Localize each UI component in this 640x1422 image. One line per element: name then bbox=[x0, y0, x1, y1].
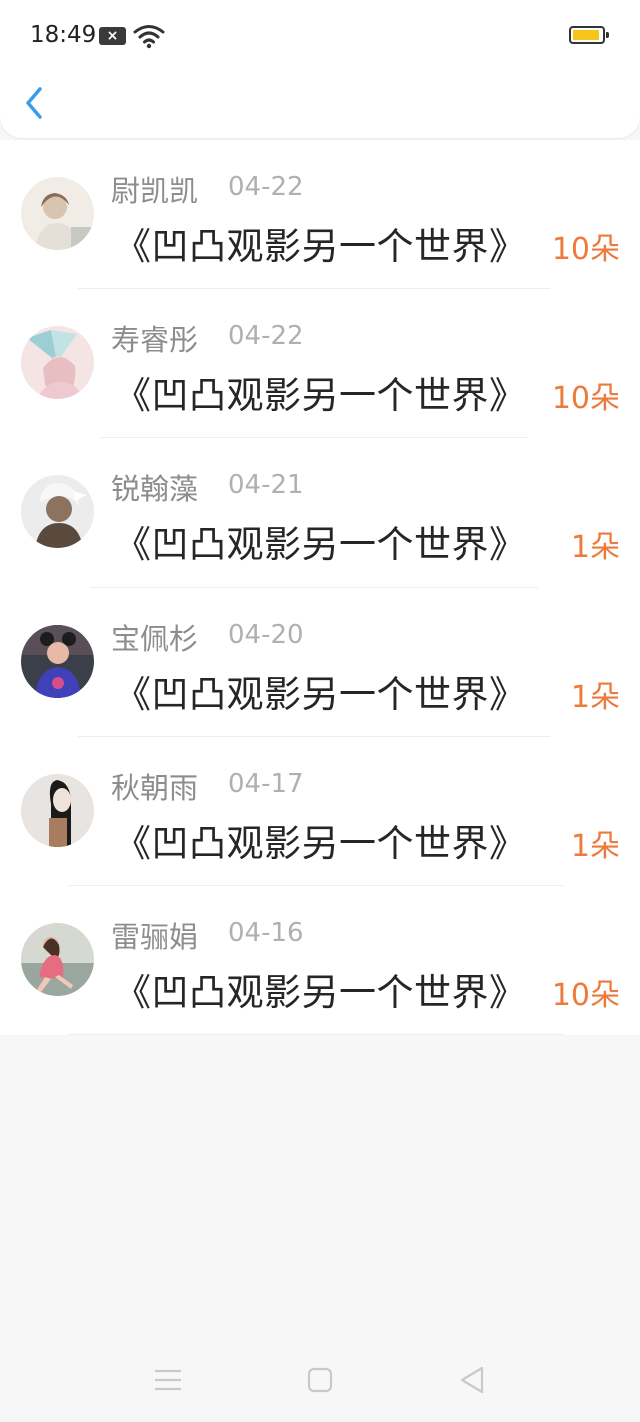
gift-title: 《凹凸观影另一个世界》 bbox=[114, 374, 527, 418]
sender-name: 尉凯凯 bbox=[111, 174, 199, 208]
avatar bbox=[21, 773, 94, 847]
notification-icon: × bbox=[99, 27, 126, 45]
gift-row[interactable]: 秋朝雨 04-17 《凹凸观影另一个世界》 1朵 bbox=[0, 737, 640, 886]
menu-icon[interactable] bbox=[152, 1364, 184, 1396]
sender-name: 雷骊娟 bbox=[111, 919, 199, 954]
gift-date: 04-22 bbox=[228, 172, 304, 202]
sender-name: 宝佩杉 bbox=[111, 621, 199, 656]
sender-name: 锐翰藻 bbox=[111, 472, 199, 507]
gift-title: 《凹凸观影另一个世界》 bbox=[114, 225, 527, 268]
status-time: 18:49 bbox=[30, 22, 97, 48]
gift-amount: 10朵 bbox=[551, 977, 620, 1013]
gift-date: 04-17 bbox=[228, 768, 304, 799]
gift-amount: 10朵 bbox=[551, 232, 620, 267]
sender-name: 寿睿彤 bbox=[111, 323, 199, 358]
back-icon[interactable] bbox=[20, 84, 50, 124]
gift-amount: 1朵 bbox=[570, 828, 620, 864]
gift-title: 《凹凸观影另一个世界》 bbox=[114, 970, 527, 1014]
gift-date: 04-20 bbox=[228, 619, 304, 650]
avatar bbox=[21, 177, 94, 250]
divider bbox=[68, 1034, 564, 1036]
gift-row[interactable]: 宝佩杉 04-20 《凹凸观影另一个世界》 1朵 bbox=[0, 588, 640, 737]
gift-row[interactable]: 尉凯凯 04-22 《凹凸观影另一个世界》 10朵 bbox=[0, 140, 640, 290]
back-nav-icon[interactable] bbox=[456, 1364, 488, 1396]
gift-amount: 1朵 bbox=[570, 679, 620, 715]
top-bar: 18:49 × bbox=[0, 0, 640, 138]
gift-row[interactable]: 寿睿彤 04-22 《凹凸观影另一个世界》 10朵 bbox=[0, 289, 640, 439]
avatar bbox=[21, 475, 94, 549]
sender-name: 秋朝雨 bbox=[111, 770, 199, 805]
home-icon[interactable] bbox=[304, 1364, 336, 1396]
wifi-icon bbox=[133, 25, 165, 49]
gift-title: 《凹凸观影另一个世界》 bbox=[114, 672, 527, 716]
gift-title: 《凹凸观影另一个世界》 bbox=[114, 523, 527, 567]
gift-amount: 10朵 bbox=[551, 381, 620, 417]
avatar bbox=[21, 624, 94, 698]
gift-date: 04-16 bbox=[228, 917, 304, 948]
gift-row[interactable]: 锐翰藻 04-21 《凹凸观影另一个世界》 1朵 bbox=[0, 438, 640, 588]
gift-date: 04-21 bbox=[228, 470, 304, 501]
avatar bbox=[21, 922, 94, 996]
battery-icon bbox=[569, 26, 609, 44]
gift-amount: 1朵 bbox=[570, 530, 620, 566]
gift-date: 04-22 bbox=[228, 321, 304, 352]
gift-list: 尉凯凯 04-22 《凹凸观影另一个世界》 10朵 寿睿彤 04-22 《凹凸观… bbox=[0, 140, 640, 1036]
gift-row[interactable]: 雷骊娟 04-16 《凹凸观影另一个世界》 10朵 bbox=[0, 886, 640, 1036]
gift-title: 《凹凸观影另一个世界》 bbox=[114, 821, 527, 865]
avatar bbox=[21, 326, 94, 400]
system-nav-bar bbox=[0, 1340, 640, 1422]
